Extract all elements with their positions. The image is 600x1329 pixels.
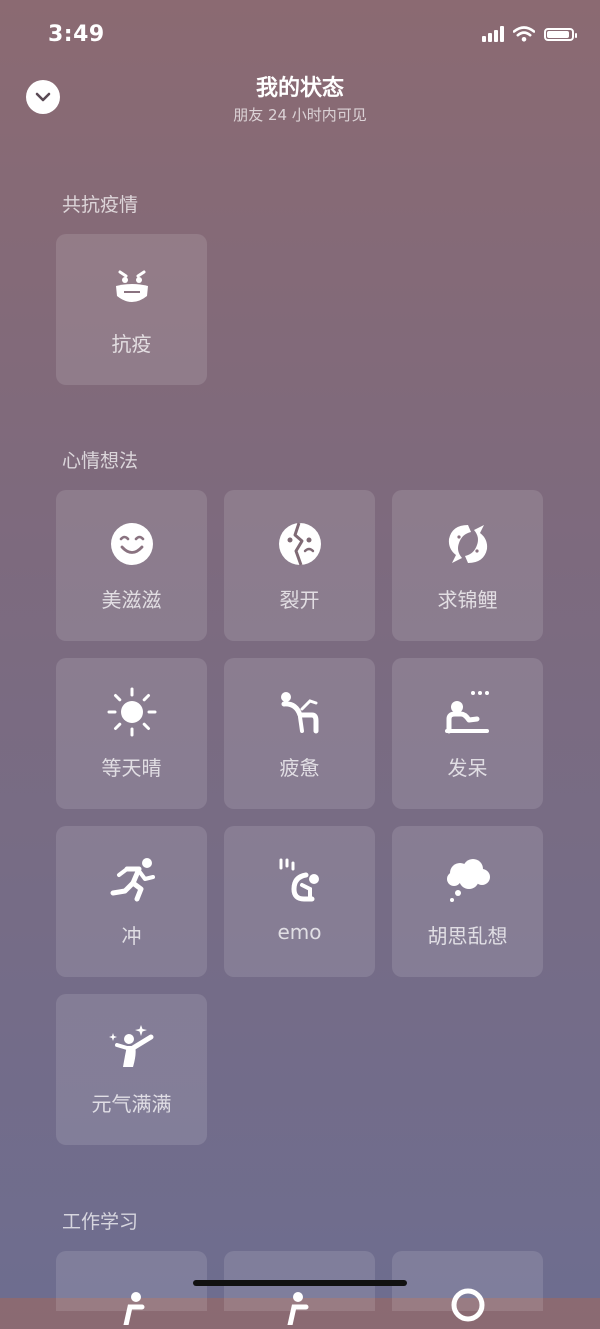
wifi-icon bbox=[513, 26, 535, 42]
status-tile-label: 冲 bbox=[121, 924, 142, 948]
status-tile-label: 等天晴 bbox=[101, 756, 162, 780]
crouching-person-icon bbox=[279, 858, 319, 902]
status-tile-label: emo bbox=[277, 920, 322, 944]
status-tile-label: 裂开 bbox=[279, 588, 320, 612]
status-tile-emo[interactable]: emo bbox=[224, 826, 375, 977]
page-title: 我的状态 bbox=[255, 76, 344, 101]
person-icon bbox=[123, 1292, 144, 1325]
status-tile-happy[interactable]: 美滋滋 bbox=[56, 490, 207, 641]
slumped-person-icon bbox=[280, 692, 318, 734]
running-person-icon bbox=[110, 858, 155, 902]
status-tile-label: 发呆 bbox=[447, 756, 488, 780]
status-tile-work-1[interactable] bbox=[56, 1251, 207, 1325]
status-tile-label: 疲惫 bbox=[279, 756, 320, 780]
status-tile-crack[interactable]: 裂开 bbox=[224, 490, 375, 641]
cracked-face-icon bbox=[278, 522, 321, 566]
section-title-work: 工作学习 bbox=[62, 1211, 139, 1233]
daydream-person-icon bbox=[444, 691, 489, 734]
section-title-covid: 共抗疫情 bbox=[62, 194, 139, 216]
person-icon bbox=[287, 1292, 308, 1325]
energetic-person-icon bbox=[108, 1025, 153, 1067]
status-tile-label: 抗疫 bbox=[111, 332, 152, 356]
status-tile-label: 美滋滋 bbox=[101, 588, 162, 612]
status-bar: 3:49 bbox=[0, 0, 600, 70]
status-tile-fight-epidemic[interactable]: 抗疫 bbox=[56, 234, 207, 385]
status-tile-rush[interactable]: 冲 bbox=[56, 826, 207, 977]
status-tile-label: 胡思乱想 bbox=[427, 924, 508, 948]
status-time: 3:49 bbox=[48, 22, 105, 47]
section-title-mood: 心情想法 bbox=[62, 450, 139, 472]
home-indicator[interactable] bbox=[193, 1280, 407, 1286]
sun-icon bbox=[107, 687, 156, 737]
status-tile-overthinking[interactable]: 胡思乱想 bbox=[392, 826, 543, 977]
status-tile-label: 元气满满 bbox=[91, 1092, 172, 1116]
badge-icon bbox=[451, 1288, 484, 1322]
status-tile-energetic[interactable]: 元气满满 bbox=[56, 994, 207, 1145]
status-tile-tired[interactable]: 疲惫 bbox=[224, 658, 375, 809]
battery-icon bbox=[544, 27, 577, 41]
covid-status-grid: 抗疫 bbox=[56, 234, 543, 385]
status-tile-work-3[interactable] bbox=[392, 1251, 543, 1322]
smile-face-icon bbox=[110, 523, 153, 565]
koi-fish-icon bbox=[448, 525, 487, 563]
status-tile-daydream[interactable]: 发呆 bbox=[392, 658, 543, 809]
mood-status-grid: 美滋滋 裂开 求锦鲤 等天晴 疲惫 发呆 冲 emo 胡思乱想 元气满满 bbox=[56, 490, 543, 1145]
mask-face-icon bbox=[115, 270, 148, 302]
status-tile-waiting-sun[interactable]: 等天晴 bbox=[56, 658, 207, 809]
page-subtitle: 朋友 24 小时内可见 bbox=[233, 106, 367, 124]
status-tile-koi[interactable]: 求锦鲤 bbox=[392, 490, 543, 641]
status-tile-label: 求锦鲤 bbox=[437, 588, 498, 612]
cellular-signal-icon bbox=[482, 26, 504, 42]
status-icons bbox=[482, 26, 577, 42]
thought-cloud-icon bbox=[446, 859, 490, 902]
